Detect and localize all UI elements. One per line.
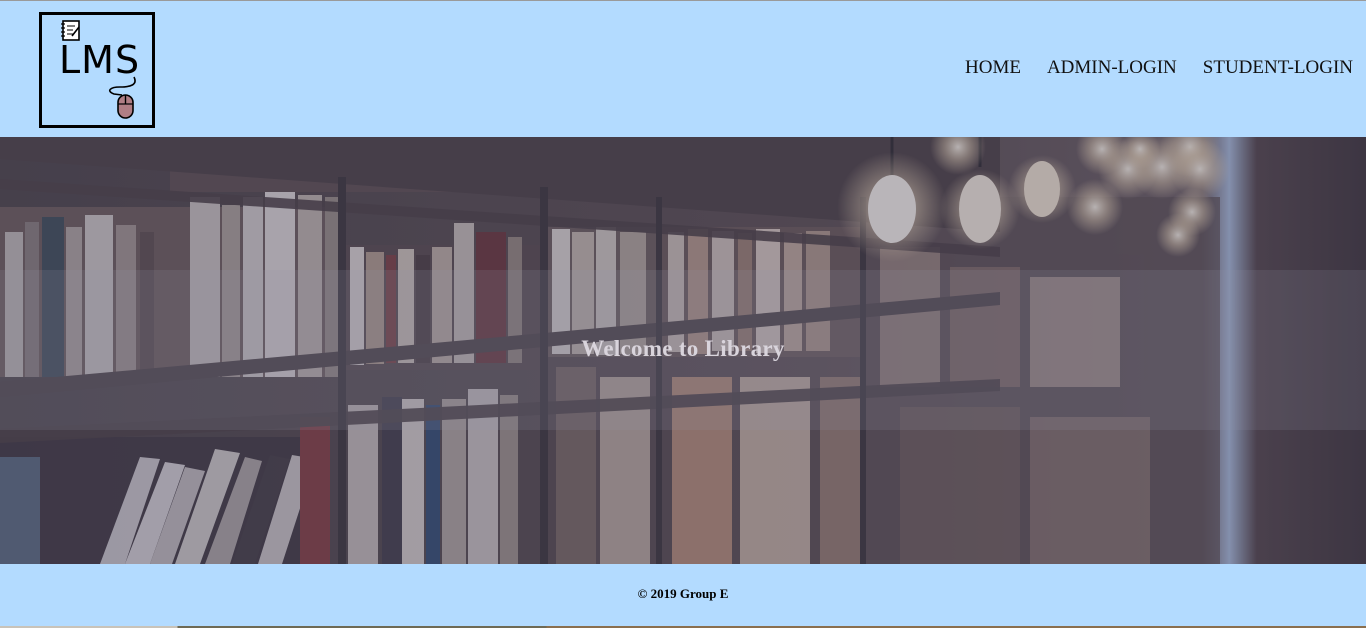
site-header: LMS HOME ADMIN-LOGIN STUDENT-LOGIN — [0, 1, 1366, 137]
nav-home-link[interactable]: HOME — [965, 57, 1021, 79]
lms-logo[interactable]: LMS — [39, 12, 155, 128]
nav-admin-login-link[interactable]: ADMIN-LOGIN — [1047, 57, 1177, 79]
nav-student-login-link[interactable]: STUDENT-LOGIN — [1203, 57, 1353, 79]
main-nav: HOME ADMIN-LOGIN STUDENT-LOGIN — [965, 57, 1353, 79]
logo-text: LMS — [59, 38, 141, 82]
site-footer: © 2019 Group E — [0, 564, 1366, 626]
mouse-icon — [108, 76, 136, 119]
hero-banner: Welcome to Library — [0, 137, 1366, 564]
copyright-text: © 2019 Group E — [637, 586, 729, 601]
welcome-heading: Welcome to Library — [581, 336, 785, 361]
